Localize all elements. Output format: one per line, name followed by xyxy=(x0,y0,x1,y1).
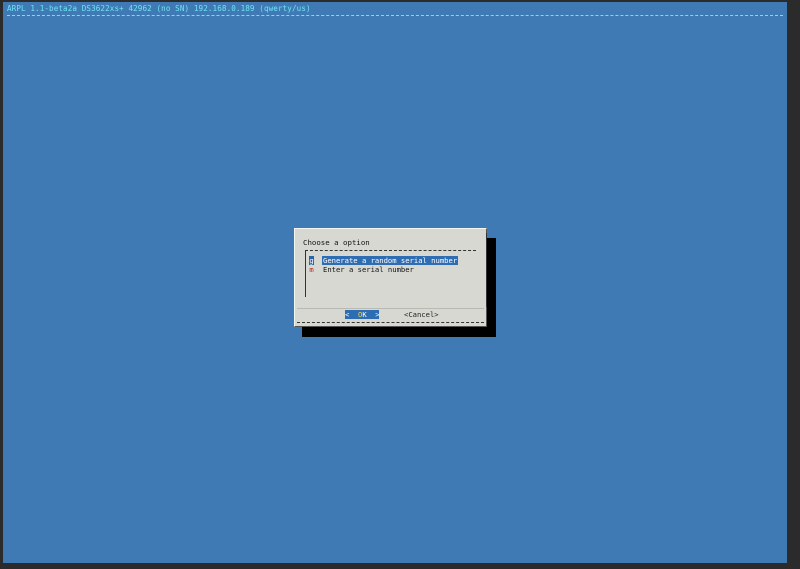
dialog-bottom-rule xyxy=(297,322,484,323)
button-separator xyxy=(297,308,484,309)
menu-item-label: Enter a serial number xyxy=(323,265,414,274)
menu-dialog: Choose a option g Generate a random seri… xyxy=(294,228,487,327)
menu-item-label: Generate a random serial number xyxy=(322,256,459,265)
ok-button-left: < xyxy=(345,310,350,319)
cancel-button[interactable]: <Cancel> xyxy=(404,310,439,319)
menu-item-generate-serial[interactable]: g Generate a random serial number xyxy=(309,256,459,265)
ok-button-right: > xyxy=(375,310,380,319)
ok-button-rest: K xyxy=(362,310,367,319)
dialog-title: Choose a option xyxy=(303,238,370,247)
menu-item-enter-serial[interactable]: m Enter a serial number xyxy=(309,265,414,274)
menu-item-tag: g xyxy=(309,256,314,265)
dialog-scroll-bracket xyxy=(484,233,487,307)
menu-item-tag: m xyxy=(309,265,314,274)
ok-button[interactable]: < OK > xyxy=(345,310,380,319)
backtitle-rule xyxy=(7,15,783,16)
backtitle: ARPL 1.1-beta2a DS3622xs+ 42962 (no SN) … xyxy=(7,4,311,13)
